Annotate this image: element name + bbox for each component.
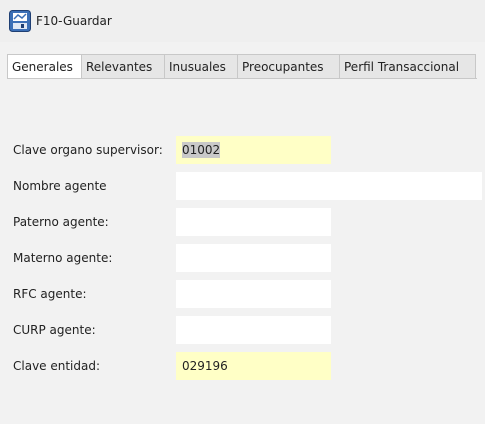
tab-label: Relevantes	[86, 59, 153, 74]
materno-agente-label: Materno agente:	[13, 251, 113, 265]
toolbar: F10-Guardar	[0, 0, 485, 42]
save-button[interactable]: F10-Guardar	[9, 10, 112, 32]
tab-label: Inusuales	[169, 59, 226, 74]
app-window: F10-Guardar Generales Relevantes Inusual…	[0, 0, 485, 424]
tab-label: Preocupantes	[242, 59, 324, 74]
nombre-agente-label: Nombre agente	[13, 179, 107, 193]
tab-divider	[7, 78, 477, 79]
tab-preocupantes[interactable]: Preocupantes	[238, 54, 340, 79]
save-button-label: F10-Guardar	[36, 14, 112, 28]
save-icon	[9, 10, 31, 32]
tab-inusuales[interactable]: Inusuales	[165, 54, 238, 79]
clave-organo-supervisor-label: Clave organo supervisor:	[13, 143, 163, 157]
tab-bar: Generales Relevantes Inusuales Preocupan…	[7, 54, 476, 79]
clave-organo-supervisor-value: 01002	[182, 142, 221, 158]
curp-agente-field[interactable]	[176, 316, 331, 344]
tab-perfil-transaccional[interactable]: Perfil Transaccional	[340, 54, 476, 79]
tab-relevantes[interactable]: Relevantes	[82, 54, 165, 79]
clave-organo-supervisor-field[interactable]: 01002	[176, 136, 331, 164]
nombre-agente-field[interactable]	[176, 172, 482, 200]
clave-entidad-field[interactable]: 029196	[176, 352, 331, 380]
rfc-agente-label: RFC agente:	[13, 287, 87, 301]
tab-label: Perfil Transaccional	[344, 59, 460, 74]
tab-generales[interactable]: Generales	[7, 54, 82, 79]
materno-agente-field[interactable]	[176, 244, 331, 272]
clave-entidad-label: Clave entidad:	[13, 359, 101, 373]
paterno-agente-label: Paterno agente:	[13, 215, 109, 229]
rfc-agente-field[interactable]	[176, 280, 331, 308]
paterno-agente-field[interactable]	[176, 208, 331, 236]
tab-label: Generales	[12, 59, 73, 74]
curp-agente-label: CURP agente:	[13, 323, 96, 337]
